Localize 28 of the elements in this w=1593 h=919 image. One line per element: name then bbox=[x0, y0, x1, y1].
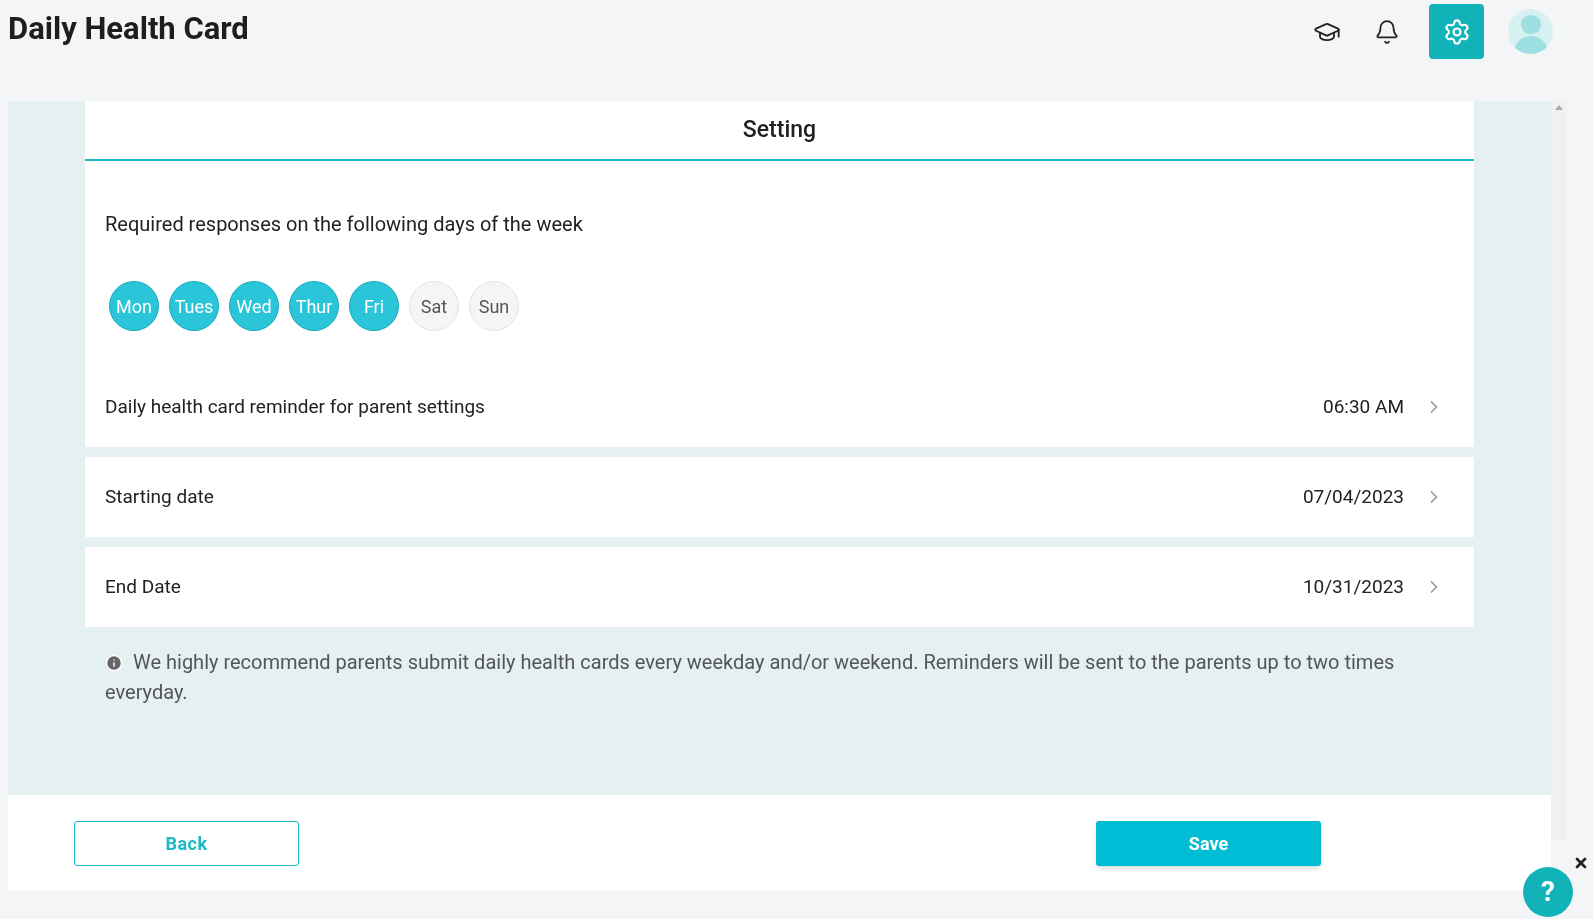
info-icon bbox=[105, 654, 123, 672]
day-toggle[interactable]: Tues bbox=[169, 281, 219, 331]
day-toggle[interactable]: Wed bbox=[229, 281, 279, 331]
settings-button[interactable] bbox=[1429, 4, 1484, 59]
days-label: Required responses on the following days of the week bbox=[105, 211, 584, 238]
row-label: End Date bbox=[105, 573, 182, 600]
scrollbar[interactable] bbox=[1551, 101, 1567, 841]
day-toggle[interactable]: Sat bbox=[409, 281, 459, 331]
setting-row[interactable]: Starting date 07/04/2023 bbox=[85, 457, 1474, 537]
day-toggle[interactable]: Fri bbox=[349, 281, 399, 331]
row-label: Starting date bbox=[105, 483, 215, 510]
save-button[interactable]: Save bbox=[1096, 820, 1321, 866]
day-toggle[interactable]: Thur bbox=[289, 281, 339, 331]
row-value: 07/04/2023 bbox=[1302, 483, 1404, 510]
setting-row[interactable]: Daily health card reminder for parent settings 06:30 AM bbox=[85, 367, 1474, 447]
back-button[interactable]: Back bbox=[74, 820, 299, 866]
day-toggle[interactable]: Sun bbox=[469, 281, 519, 331]
setting-row[interactable]: End Date 10/31/2023 bbox=[85, 547, 1474, 627]
row-label: Daily health card reminder for parent settings bbox=[105, 393, 486, 420]
row-value: 10/31/2023 bbox=[1302, 573, 1404, 600]
info-note: We highly recommend parents submit daily health cards every weekday and/or weekend. Reminders will be sent to the parents up to two times everyday. bbox=[105, 649, 1396, 706]
day-toggle[interactable]: Mon bbox=[109, 281, 159, 331]
close-icon[interactable] bbox=[1573, 855, 1589, 871]
page-title: Daily Health Card bbox=[8, 9, 249, 49]
gear-icon bbox=[1442, 17, 1471, 46]
help-button[interactable]: ? bbox=[1523, 867, 1573, 917]
row-value: 06:30 AM bbox=[1323, 393, 1404, 420]
card-title: Setting bbox=[85, 101, 1474, 161]
